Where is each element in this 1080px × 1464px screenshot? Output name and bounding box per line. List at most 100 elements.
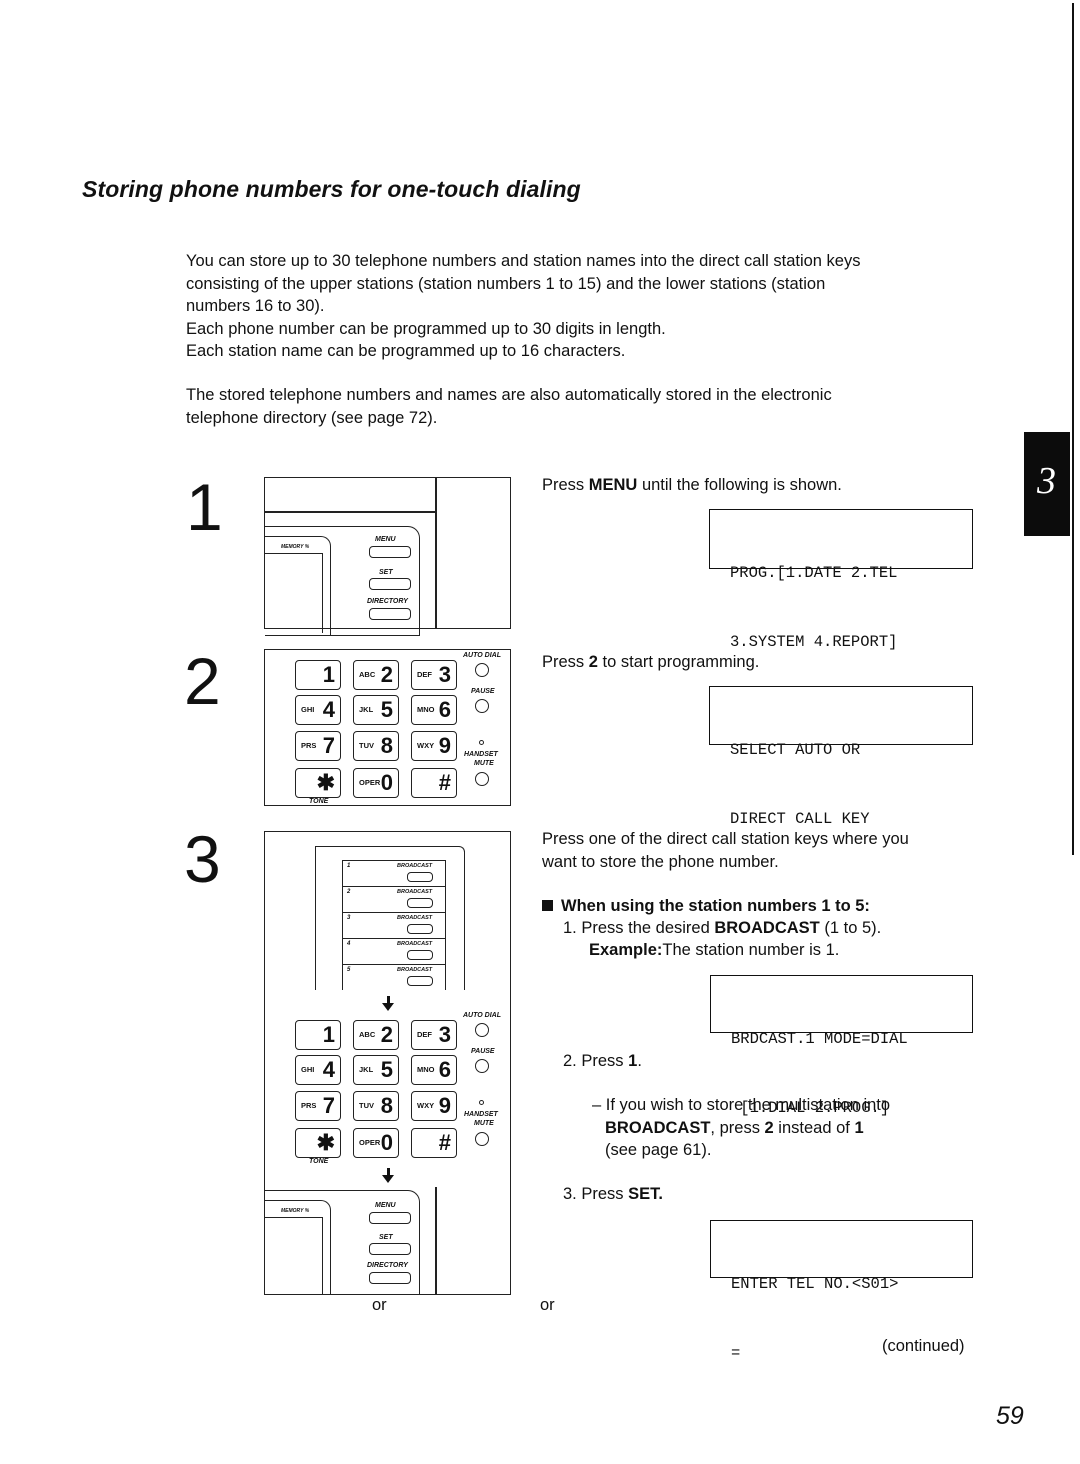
keypad-key[interactable]: ABC 2 <box>353 660 399 690</box>
memory-label: MEMORY % <box>281 544 310 550</box>
key-digit: 6 <box>438 1057 451 1082</box>
lcd-line: PROG.[1.DATE 2.TEL <box>730 564 898 582</box>
broadcast-label: BROADCAST <box>397 915 433 921</box>
menu-button[interactable] <box>369 546 411 558</box>
pause-button[interactable] <box>475 699 489 713</box>
keypad-key[interactable]: TUV 8 <box>353 1091 399 1121</box>
keypad-key[interactable]: OPER 0 <box>353 1128 399 1158</box>
mute-label: MUTE <box>474 760 494 767</box>
keypad-key[interactable]: MNO 6 <box>411 1055 457 1085</box>
broadcast-button[interactable] <box>407 872 433 882</box>
key-digit: 6 <box>438 697 451 722</box>
keypad-key[interactable]: PRS 7 <box>295 731 341 761</box>
key-letters: GHI <box>301 705 315 714</box>
keypad-key[interactable]: # <box>411 768 457 798</box>
key-letters: MNO <box>417 1065 435 1074</box>
key-letters: DEF <box>417 1030 432 1039</box>
display-window <box>265 553 323 633</box>
example-label: Example: <box>589 941 663 959</box>
menu-button[interactable] <box>369 1212 411 1224</box>
keypad-key[interactable]: 1 <box>295 660 341 690</box>
broadcast-button[interactable] <box>407 976 433 986</box>
keypad-key[interactable]: JKL 5 <box>353 695 399 725</box>
substep-number: 1. <box>563 919 577 937</box>
subheading-text: When using the station numbers 1 to 5: <box>561 897 870 915</box>
keypad-key[interactable]: JKL 5 <box>353 1055 399 1085</box>
keypad-key[interactable]: GHI 4 <box>295 695 341 725</box>
keypad-key[interactable]: ✱ <box>295 768 341 798</box>
chapter-number: 3 <box>1037 460 1056 502</box>
key-digit: # <box>438 770 451 795</box>
mute-button[interactable] <box>475 772 489 786</box>
station-number: 1 <box>347 863 351 869</box>
keypad-key[interactable]: ✱ <box>295 1128 341 1158</box>
text: instead of <box>773 1118 855 1137</box>
station-number: 2 <box>347 889 351 895</box>
auto-dial-label: AUTO DIAL <box>463 1012 501 1019</box>
intro-line: The stored telephone numbers and names a… <box>186 386 832 404</box>
broadcast-key-row: 3 BROADCAST <box>342 912 446 938</box>
or-label: or <box>540 1296 555 1314</box>
keypad-key[interactable]: MNO 6 <box>411 695 457 725</box>
key-letters: ABC <box>359 1030 376 1039</box>
key-name: BROADCAST <box>714 919 820 937</box>
directory-button[interactable] <box>369 1272 411 1284</box>
broadcast-button[interactable] <box>407 924 433 934</box>
key-digit: 0 <box>380 1130 393 1155</box>
example-line: Example:The station number is 1. <box>589 939 839 962</box>
key-name: 2 <box>588 653 598 671</box>
keypad-key[interactable]: DEF 3 <box>411 1020 457 1050</box>
intro-line: consisting of the upper stations (statio… <box>186 274 826 293</box>
page-number: 59 <box>996 1402 1024 1430</box>
mute-button[interactable] <box>475 1132 489 1146</box>
keypad-key[interactable]: WXY 9 <box>411 731 457 761</box>
example-text: The station number is 1. <box>662 941 840 959</box>
broadcast-key-row: 5 BROADCAST <box>342 964 446 990</box>
keypad-key[interactable]: ABC 2 <box>353 1020 399 1050</box>
auto-dial-button[interactable] <box>475 1023 489 1037</box>
intro-line: numbers 16 to 30). <box>186 297 325 315</box>
pause-button[interactable] <box>475 1059 489 1073</box>
set-button[interactable] <box>369 578 411 590</box>
lcd-display: ENTER TEL NO.<S01> = <box>710 1220 973 1362</box>
keypad-key[interactable]: DEF 3 <box>411 660 457 690</box>
key-name: 1 <box>628 1052 638 1070</box>
key-digit: 1 <box>322 662 335 687</box>
key-digit: 7 <box>322 1093 335 1118</box>
broadcast-label: BROADCAST <box>397 863 433 869</box>
key-digit: 9 <box>438 733 451 758</box>
substep-3: 3. Press SET. <box>563 1183 663 1206</box>
text: , press <box>710 1118 765 1137</box>
keypad-key[interactable]: # <box>411 1128 457 1158</box>
note-line: BROADCAST, press 2 instead of 1 <box>592 1117 890 1140</box>
mute-label: MUTE <box>474 1120 494 1127</box>
key-letters: OPER <box>359 778 381 787</box>
text: Press <box>581 1052 629 1070</box>
set-label: SET <box>379 1234 393 1241</box>
handset-indicator <box>479 740 484 745</box>
memory-label: MEMORY % <box>281 1208 310 1214</box>
broadcast-button[interactable] <box>407 898 433 908</box>
lcd-line: SELECT AUTO OR <box>730 741 861 759</box>
keypad-key[interactable]: WXY 9 <box>411 1091 457 1121</box>
keypad-key[interactable]: OPER 0 <box>353 768 399 798</box>
key-letters: ABC <box>359 670 376 679</box>
keypad-key[interactable]: GHI 4 <box>295 1055 341 1085</box>
directory-button[interactable] <box>369 608 411 620</box>
or-label: or <box>372 1296 387 1314</box>
text: to start programming. <box>597 653 760 671</box>
keypad-key[interactable]: TUV 8 <box>353 731 399 761</box>
auto-dial-button[interactable] <box>475 663 489 677</box>
broadcast-label: BROADCAST <box>397 889 433 895</box>
keypad-key[interactable]: PRS 7 <box>295 1091 341 1121</box>
broadcast-label: BROADCAST <box>397 967 433 973</box>
directory-label: DIRECTORY <box>367 1262 408 1269</box>
substep-1: 1. Press the desired BROADCAST (1 to 5). <box>563 917 881 940</box>
broadcast-button[interactable] <box>407 950 433 960</box>
key-letters: MNO <box>417 705 435 714</box>
set-button[interactable] <box>369 1243 411 1255</box>
keypad-key[interactable]: 1 <box>295 1020 341 1050</box>
lcd-display: SELECT AUTO OR DIRECT CALL KEY <box>709 686 973 828</box>
lcd-line: 3.SYSTEM 4.REPORT] <box>730 633 898 651</box>
key-letters: TUV <box>359 741 374 750</box>
